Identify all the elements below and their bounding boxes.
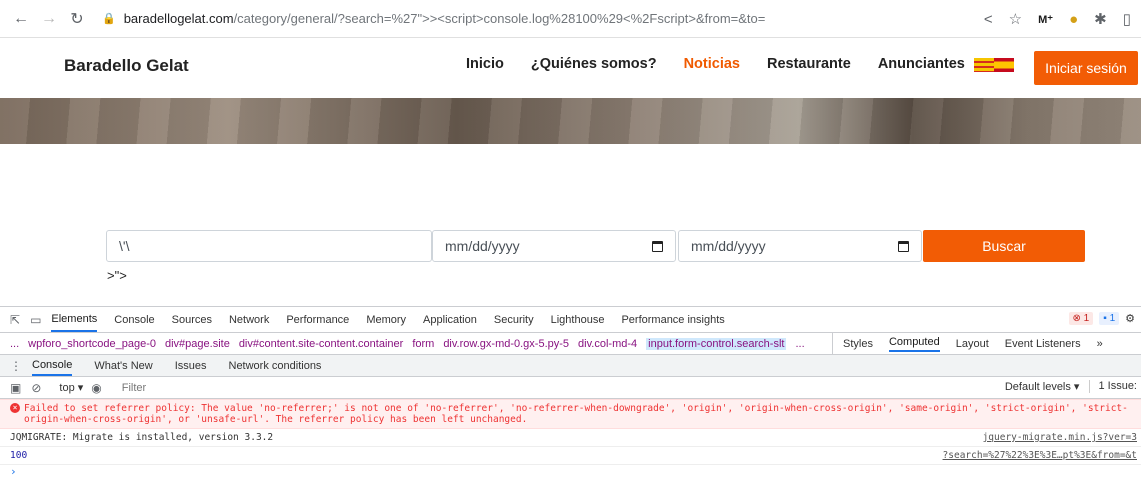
- default-levels-dropdown[interactable]: Default levels ▾: [1005, 380, 1080, 393]
- search-button[interactable]: Buscar: [923, 230, 1085, 262]
- devtools-tabs: ⇱ ▭ Elements Console Sources Network Per…: [0, 307, 1141, 333]
- drawer-tabs: ⋮ Console What's New Issues Network cond…: [0, 355, 1141, 377]
- console-toolbar-right: Default levels ▾ 1 Issue:: [1005, 380, 1137, 393]
- device-toggle-icon[interactable]: ▭: [30, 313, 41, 327]
- tab-elements[interactable]: Elements: [51, 307, 98, 332]
- hero-image: [0, 98, 1141, 144]
- nav-anunciantes[interactable]: Anunciantes: [878, 56, 965, 72]
- language-flag-icon[interactable]: [973, 58, 1014, 72]
- url-path: /category/general/?search=%27">><script>…: [233, 11, 766, 26]
- sidebar-toggle-icon[interactable]: ▣: [10, 381, 21, 395]
- console-messages: × Failed to set referrer policy: The val…: [0, 399, 1141, 478]
- breadcrumb-item[interactable]: div.row.gx-md-0.gx-5.py-5: [443, 338, 569, 350]
- date-to-placeholder: mm/dd/yyyy: [691, 238, 766, 254]
- info-count-badge[interactable]: ▪ 1: [1099, 312, 1120, 325]
- date-to-field[interactable]: mm/dd/yyyy: [678, 230, 922, 262]
- tab-computed[interactable]: Computed: [888, 336, 940, 352]
- browser-actions: < ☆ M⁺ ● ✱ ▯: [984, 0, 1131, 38]
- date-from-placeholder: mm/dd/yyyy: [445, 238, 520, 254]
- nav-noticias[interactable]: Noticias: [684, 56, 740, 72]
- nav-restaurante[interactable]: Restaurante: [767, 56, 851, 72]
- reload-icon[interactable]: ↻: [66, 8, 88, 30]
- site-header: Baradello Gelat Inicio ¿Quiénes somos? N…: [0, 38, 1141, 98]
- log-text: JQMIGRATE: Migrate is installed, version…: [10, 432, 274, 443]
- issues-counter[interactable]: 1 Issue:: [1089, 380, 1137, 393]
- breadcrumb-item[interactable]: div.col-md-4: [578, 338, 637, 350]
- drawer-menu-icon[interactable]: ⋮: [10, 359, 22, 373]
- console-log-message: 100 ?search=%27%22%3E%3E…pt%3E&from=&t: [0, 447, 1141, 465]
- login-button[interactable]: Iniciar sesión: [1034, 51, 1138, 85]
- error-count: 1: [1083, 313, 1090, 324]
- search-input[interactable]: \'\: [106, 230, 432, 262]
- main-nav: Inicio ¿Quiénes somos? Noticias Restaura…: [466, 56, 1036, 72]
- tab-security[interactable]: Security: [494, 314, 534, 326]
- extensions-puzzle-icon[interactable]: ✱: [1094, 10, 1107, 28]
- extension-icon[interactable]: M⁺: [1038, 13, 1053, 26]
- tab-console[interactable]: Console: [114, 314, 154, 326]
- sidebar-pane-tabs: Styles Computed Layout Event Listeners »: [832, 333, 1103, 354]
- error-count-badge[interactable]: ⊗ 1: [1068, 312, 1094, 325]
- tab-network[interactable]: Network: [229, 314, 269, 326]
- drawer-tab-network-conditions[interactable]: Network conditions: [229, 360, 322, 372]
- tab-sources[interactable]: Sources: [172, 314, 212, 326]
- bookmark-star-icon[interactable]: ☆: [1009, 10, 1022, 28]
- error-icon: ×: [10, 403, 20, 413]
- console-prompt[interactable]: ›: [0, 465, 1141, 478]
- tab-performance[interactable]: Performance: [286, 314, 349, 326]
- drawer-tab-issues[interactable]: Issues: [175, 360, 207, 372]
- eye-icon[interactable]: ◉: [91, 381, 101, 395]
- breadcrumb-item[interactable]: wpforo_shortcode_page-0: [28, 338, 156, 350]
- breadcrumb-item-selected[interactable]: input.form-control.search-slt: [646, 337, 787, 350]
- devtools-status: ⊗ 1 ▪ 1 ⚙: [1068, 312, 1135, 325]
- breadcrumb-item[interactable]: form: [412, 338, 434, 350]
- calendar-icon[interactable]: [652, 240, 663, 252]
- tab-styles[interactable]: Styles: [843, 338, 873, 350]
- drawer-tab-whats-new[interactable]: What's New: [94, 360, 152, 372]
- source-link[interactable]: ?search=%27%22%3E%3E…pt%3E&from=&t: [938, 450, 1137, 461]
- address-bar[interactable]: 🔒 baradellogelat.com /category/general/?…: [102, 5, 942, 33]
- drawer-tab-console[interactable]: Console: [32, 355, 73, 376]
- devtools-panel: ⇱ ▭ Elements Console Sources Network Per…: [0, 306, 1141, 484]
- breadcrumb-item[interactable]: div#page.site: [165, 338, 230, 350]
- nav-quienes-somos[interactable]: ¿Quiénes somos?: [531, 56, 657, 72]
- console-filter-input[interactable]: Filter: [122, 382, 146, 394]
- tab-memory[interactable]: Memory: [366, 314, 406, 326]
- tab-lighthouse[interactable]: Lighthouse: [551, 314, 605, 326]
- source-link[interactable]: jquery-migrate.min.js?ver=3: [978, 432, 1137, 443]
- dom-breadcrumb: ... wpforo_shortcode_page-0 div#page.sit…: [0, 333, 1141, 355]
- url-host: baradellogelat.com: [123, 11, 234, 26]
- share-icon[interactable]: <: [984, 11, 993, 28]
- calendar-icon[interactable]: [898, 240, 909, 252]
- error-text: Failed to set referrer policy: The value…: [24, 403, 1128, 425]
- breadcrumb-item[interactable]: div#content.site-content.container: [239, 338, 404, 350]
- console-toolbar: ▣ ⊘ top ▾ ◉ Filter Default levels ▾ 1 Is…: [0, 377, 1141, 399]
- nav-inicio[interactable]: Inicio: [466, 56, 504, 72]
- breadcrumb-item[interactable]: ...: [10, 338, 19, 350]
- date-from-field[interactable]: mm/dd/yyyy: [432, 230, 676, 262]
- tab-event-listeners[interactable]: Event Listeners: [1005, 338, 1081, 350]
- brand-logo[interactable]: Baradello Gelat: [64, 56, 189, 76]
- inspect-icon[interactable]: ⇱: [10, 313, 20, 327]
- back-icon[interactable]: ←: [10, 8, 32, 30]
- extension-cookie-icon[interactable]: ●: [1069, 11, 1078, 28]
- console-error-message: × Failed to set referrer policy: The val…: [0, 399, 1141, 429]
- injected-text: >">: [107, 268, 127, 283]
- info-count: 1: [1109, 313, 1116, 324]
- lock-icon: 🔒: [102, 13, 116, 25]
- breadcrumb-item[interactable]: ...: [795, 338, 804, 350]
- clear-console-icon[interactable]: ⊘: [31, 381, 41, 395]
- more-tabs-icon[interactable]: »: [1097, 338, 1103, 350]
- tab-layout[interactable]: Layout: [956, 338, 989, 350]
- console-log-message: JQMIGRATE: Migrate is installed, version…: [0, 429, 1141, 447]
- context-selector[interactable]: top ▾: [59, 381, 83, 394]
- browser-toolbar: ← → ↻ 🔒 baradellogelat.com /category/gen…: [0, 0, 1141, 38]
- log-value: 100: [10, 450, 28, 461]
- tab-performance-insights[interactable]: Performance insights: [621, 314, 724, 326]
- forward-icon[interactable]: →: [38, 8, 60, 30]
- search-form: \'\ mm/dd/yyyy mm/dd/yyyy Buscar >">: [0, 144, 1141, 306]
- side-panel-icon[interactable]: ▯: [1123, 10, 1131, 28]
- settings-gear-icon[interactable]: ⚙: [1125, 312, 1135, 325]
- tab-application[interactable]: Application: [423, 314, 477, 326]
